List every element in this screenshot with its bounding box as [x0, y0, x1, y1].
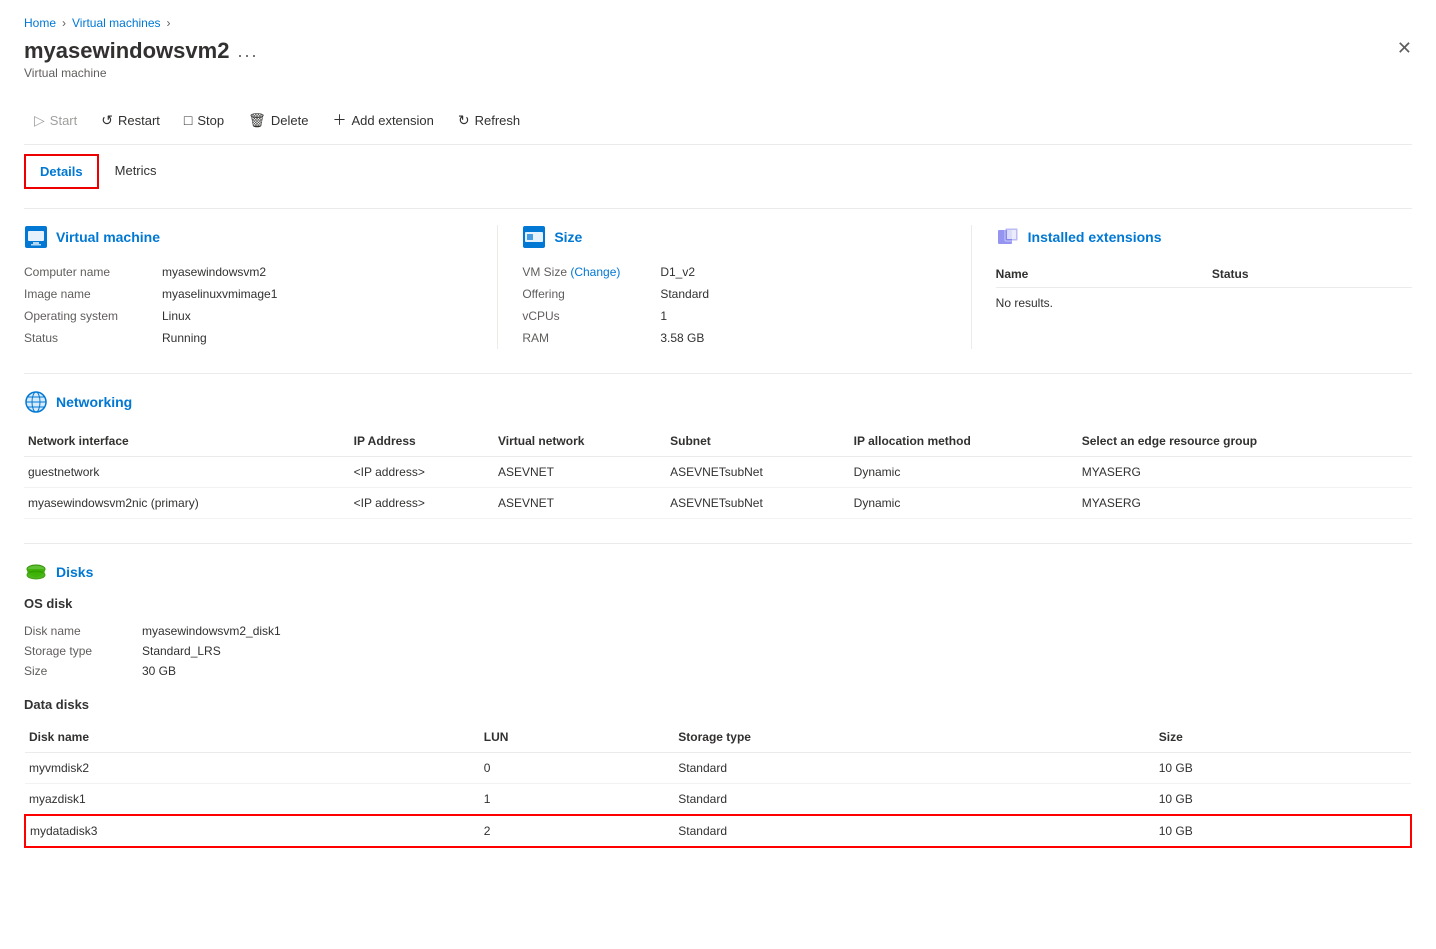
vm-section-icon: [24, 225, 48, 249]
ext-section-icon: [996, 225, 1020, 249]
info-row-ram: RAM 3.58 GB: [522, 327, 938, 349]
os-disk-header: OS disk: [24, 596, 1412, 611]
info-row-image-name: Image name myaselinuxvmimage1: [24, 283, 465, 305]
size-section: Size VM Size (Change) D1_v2 Offering Sta…: [497, 225, 938, 349]
data-col-size: Size: [1155, 722, 1411, 753]
net-col-vnet: Virtual network: [494, 426, 666, 457]
data-disks-table: Disk name LUN Storage type Size myvmdisk…: [24, 722, 1412, 848]
vm-info-table: Computer name myasewindowsvm2 Image name…: [24, 261, 465, 349]
vm-more-button[interactable]: ...: [237, 41, 258, 62]
delete-icon: 🗑: [248, 112, 266, 129]
tabs: Details Metrics: [24, 153, 1412, 188]
delete-button[interactable]: 🗑 Delete: [238, 106, 318, 135]
info-row-vcpus: vCPUs 1: [522, 305, 938, 327]
size-info-table: VM Size (Change) D1_v2 Offering Standard…: [522, 261, 938, 349]
disk-name-row: Disk name myasewindowsvm2_disk1: [24, 621, 1412, 641]
net-section-icon: [24, 390, 48, 414]
disk-storage-row: Storage type Standard_LRS: [24, 641, 1412, 661]
stop-button[interactable]: □ Stop: [174, 106, 234, 134]
toolbar: ▷ Start ↺ Restart □ Stop 🗑 Delete ＋ Add …: [24, 96, 1412, 145]
data-disks-header: Data disks: [24, 697, 1412, 712]
close-button[interactable]: ✕: [1397, 38, 1412, 59]
disk-section-title: Disks: [56, 564, 93, 580]
info-row-os: Operating system Linux: [24, 305, 465, 327]
tab-metrics[interactable]: Metrics: [99, 153, 173, 188]
disk-section-icon: [24, 560, 48, 584]
ext-section-title: Installed extensions: [1028, 229, 1162, 245]
tab-details[interactable]: Details: [24, 154, 99, 189]
ext-header: Name Status: [996, 261, 1412, 288]
breadcrumb-home[interactable]: Home: [24, 16, 56, 30]
stop-icon: □: [184, 112, 192, 128]
info-row-offering: Offering Standard: [522, 283, 938, 305]
size-section-title: Size: [554, 229, 582, 245]
data-disk-row-2: myazdisk1 1 Standard 10 GB: [25, 784, 1411, 816]
net-col-allocation: IP allocation method: [850, 426, 1078, 457]
data-col-storage: Storage type: [674, 722, 1154, 753]
ext-table: Name Status No results.: [996, 261, 1412, 318]
info-row-status: Status Running: [24, 327, 465, 349]
size-section-icon: [522, 225, 546, 249]
net-col-ip: IP Address: [350, 426, 494, 457]
disks-section: Disks OS disk Disk name myasewindowsvm2_…: [24, 560, 1412, 848]
add-extension-button[interactable]: ＋ Add extension: [322, 104, 443, 136]
breadcrumb-vms[interactable]: Virtual machines: [72, 16, 161, 30]
net-section-title: Networking: [56, 394, 132, 410]
refresh-icon: ↻: [458, 112, 470, 129]
ext-no-results: No results.: [996, 288, 1412, 318]
restart-button[interactable]: ↺ Restart: [91, 106, 170, 135]
restart-icon: ↺: [101, 112, 113, 129]
add-extension-icon: ＋: [332, 110, 346, 130]
vm-title: myasewindowsvm2: [24, 38, 229, 64]
vm-section: Virtual machine Computer name myasewindo…: [24, 225, 465, 349]
info-row-vmsize: VM Size (Change) D1_v2: [522, 261, 938, 283]
start-button[interactable]: ▷ Start: [24, 106, 87, 135]
networking-table: Network interface IP Address Virtual net…: [24, 426, 1412, 519]
net-col-rg: Select an edge resource group: [1078, 426, 1412, 457]
refresh-button[interactable]: ↻ Refresh: [448, 106, 530, 135]
data-disk-row-3: mydatadisk3 2 Standard 10 GB: [25, 815, 1411, 847]
extensions-section: Installed extensions Name Status No resu…: [971, 225, 1412, 349]
top-sections: Virtual machine Computer name myasewindo…: [24, 225, 1412, 349]
networking-section: Networking Network interface IP Address …: [24, 390, 1412, 519]
data-col-name: Disk name: [25, 722, 480, 753]
net-col-subnet: Subnet: [666, 426, 850, 457]
vm-section-title: Virtual machine: [56, 229, 160, 245]
disk-size-row: Size 30 GB: [24, 661, 1412, 681]
data-col-lun: LUN: [480, 722, 675, 753]
net-row-2: myasewindowsvm2nic (primary) <IP address…: [24, 488, 1412, 519]
change-size-link[interactable]: (Change): [570, 265, 620, 279]
net-col-interface: Network interface: [24, 426, 350, 457]
vm-header: myasewindowsvm2 ... Virtual machine ✕: [24, 38, 1412, 80]
breadcrumb: Home › Virtual machines ›: [24, 16, 1412, 30]
vm-subtitle: Virtual machine: [24, 66, 258, 80]
net-row-1: guestnetwork <IP address> ASEVNET ASEVNE…: [24, 457, 1412, 488]
start-icon: ▷: [34, 112, 45, 129]
info-row-computer-name: Computer name myasewindowsvm2: [24, 261, 465, 283]
data-disk-row-1: myvmdisk2 0 Standard 10 GB: [25, 753, 1411, 784]
